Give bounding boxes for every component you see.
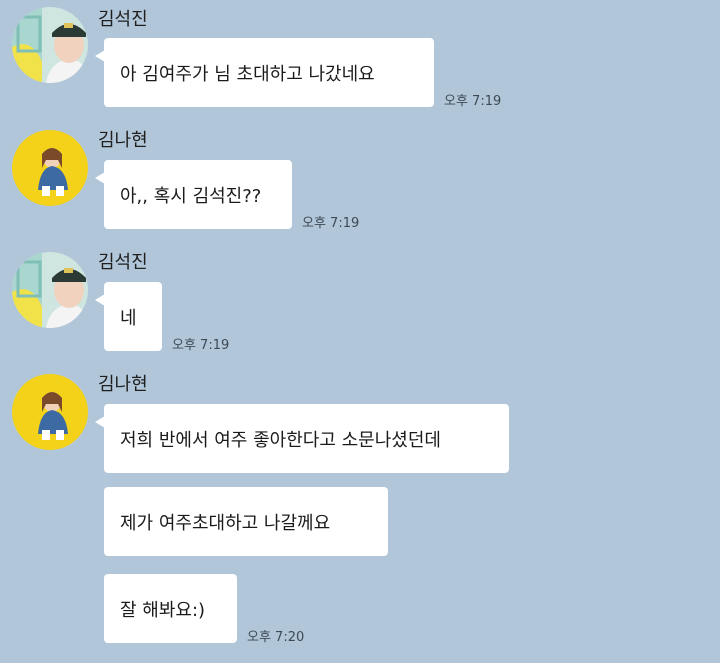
sender-avatar[interactable]: [12, 374, 88, 450]
message-bubble[interactable]: 네: [95, 282, 162, 351]
sender-name: 김석진: [98, 252, 148, 273]
sender-avatar[interactable]: [12, 130, 88, 206]
sender-name: 김석진: [98, 9, 148, 30]
message-bubble[interactable]: 제가 여주초대하고 나갈께요: [104, 487, 388, 556]
message-timestamp: 오후 7:20: [247, 630, 305, 645]
message-bubble[interactable]: 아 김여주가 님 초대하고 나갔네요: [95, 38, 434, 107]
sender-name: 김나현: [98, 374, 148, 395]
profile-photo-icon: [12, 130, 88, 206]
message-timestamp: 오후 7:19: [172, 338, 230, 353]
profile-photo-icon: [12, 7, 88, 83]
sender-avatar[interactable]: [12, 7, 88, 83]
sender-name: 김나현: [98, 130, 148, 151]
sender-avatar[interactable]: [12, 252, 88, 328]
message-bubble[interactable]: 잘 해봐요:): [104, 574, 237, 643]
message-timestamp: 오후 7:19: [444, 94, 502, 109]
profile-photo-icon: [12, 252, 88, 328]
message-timestamp: 오후 7:19: [302, 216, 360, 231]
profile-photo-icon: [12, 374, 88, 450]
message-bubble[interactable]: 저희 반에서 여주 좋아한다고 소문나셨던데: [95, 404, 509, 473]
message-bubble[interactable]: 아,, 혹시 김석진??: [95, 160, 292, 229]
